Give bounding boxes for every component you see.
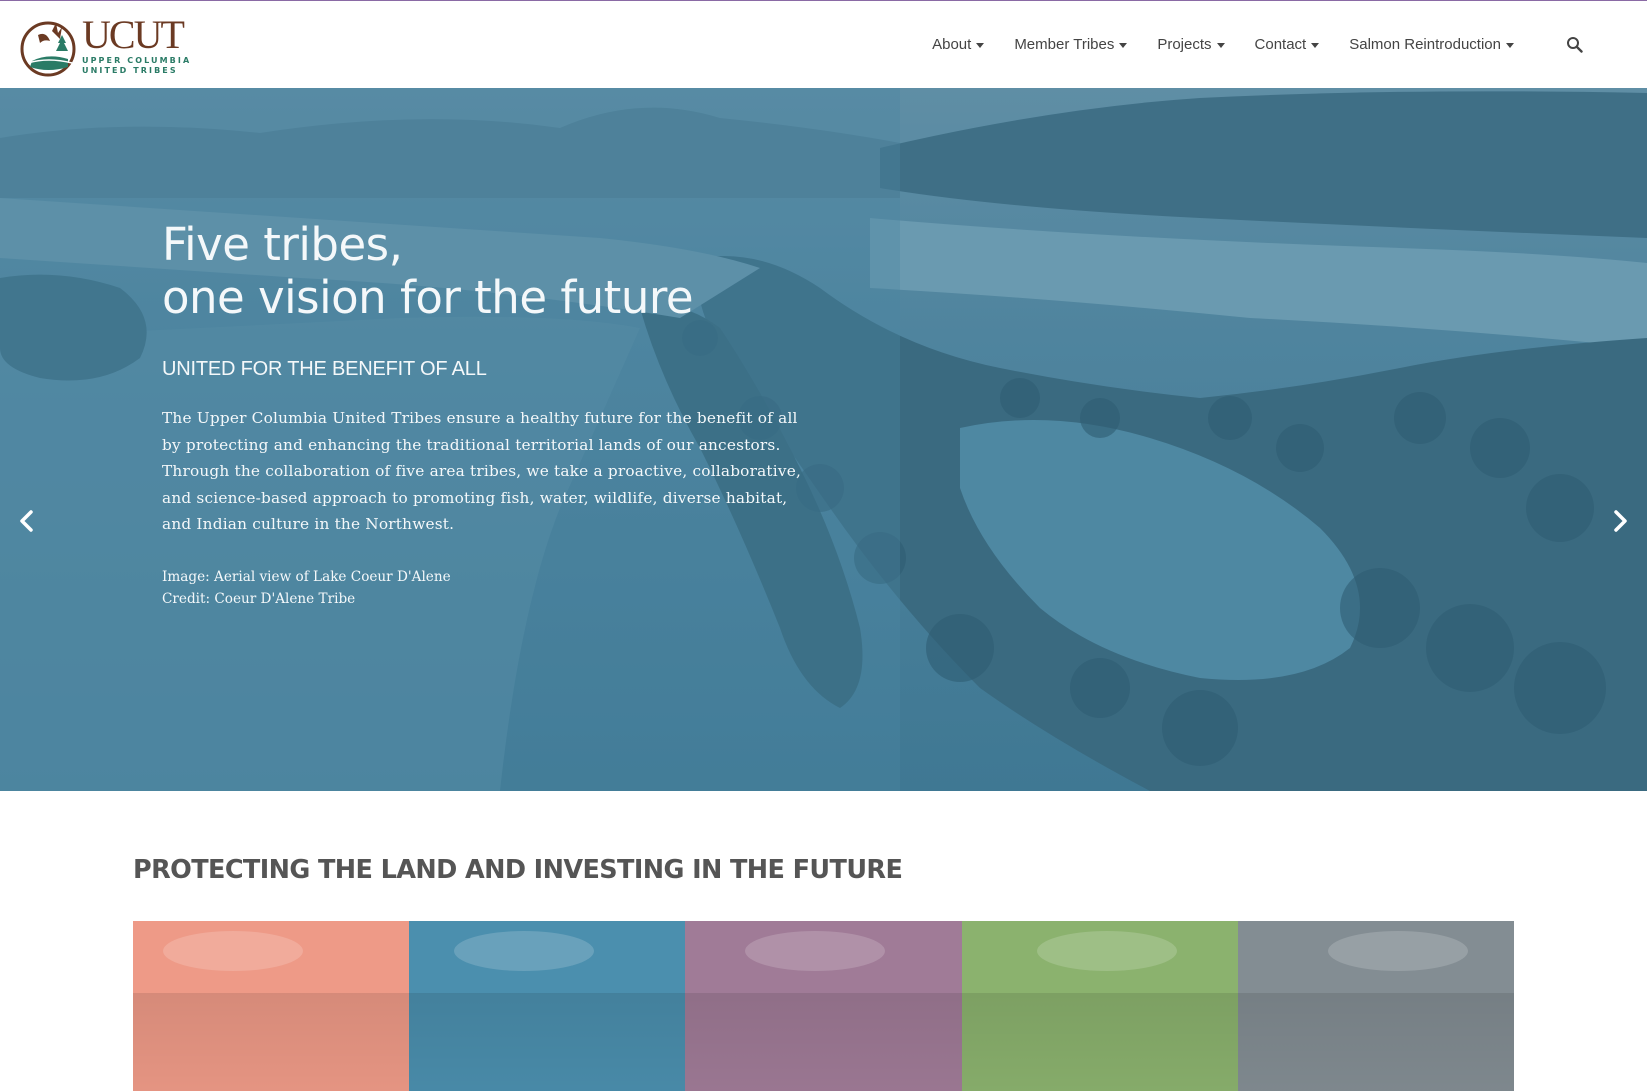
tile-cloud-shape: [1327, 931, 1468, 971]
mission-section: PROTECTING THE LAND AND INVESTING IN THE…: [0, 791, 1647, 1091]
section-title: PROTECTING THE LAND AND INVESTING IN THE…: [133, 855, 903, 885]
nav-about-label: About: [932, 36, 972, 53]
site-header: UCUT UPPER COLUMBIA UNITED TRIBES About …: [0, 1, 1647, 88]
caret-down-icon: [1311, 43, 1320, 48]
logo-subtitle-line2: UNITED TRIBES: [82, 65, 178, 75]
ucut-logo[interactable]: UCUT UPPER COLUMBIA UNITED TRIBES: [18, 13, 191, 77]
chevron-right-icon[interactable]: [1605, 506, 1635, 536]
caret-down-icon: [1506, 43, 1514, 48]
feature-tile-5[interactable]: [1237, 921, 1515, 1091]
caret-down-icon: [976, 43, 985, 48]
hero-title-line1: Five tribes,: [162, 218, 403, 271]
tile-landscape-shade: [961, 993, 1238, 1091]
logo-wordmark: UCUT: [82, 11, 185, 57]
hero-title-line2: one vision for the future: [162, 271, 694, 324]
hero-subtitle: UNITED FOR THE BENEFIT OF ALL: [162, 358, 487, 380]
feature-tile-3[interactable]: [685, 921, 962, 1091]
tile-landscape-shade: [1237, 993, 1515, 1091]
hero-text-block: Five tribes, one vision for the future U…: [162, 218, 802, 610]
hero-carousel: Five tribes, one vision for the future U…: [0, 88, 1647, 791]
tile-cloud-shape: [1036, 931, 1177, 971]
nav-member-tribes-label: Member Tribes: [1014, 36, 1115, 53]
search-icon[interactable]: [1566, 36, 1583, 53]
nav-contact-label: Contact: [1254, 36, 1307, 53]
nav-about[interactable]: About: [932, 36, 985, 53]
image-caption: Image: Aerial view of Lake Coeur D'Alene: [162, 568, 451, 585]
hero-image-credit: Image: Aerial view of Lake Coeur D'Alene…: [162, 566, 802, 610]
feature-tile-2[interactable]: [409, 921, 686, 1091]
caret-down-icon: [1119, 43, 1128, 48]
caret-down-icon: [1216, 43, 1225, 48]
tile-landscape-shade: [685, 993, 962, 1091]
tile-landscape-shade: [133, 993, 410, 1091]
nav-salmon-reintroduction-label: Salmon Reintroduction: [1349, 36, 1501, 53]
tile-cloud-shape: [745, 931, 886, 971]
nav-salmon-reintroduction[interactable]: Salmon Reintroduction: [1349, 36, 1514, 53]
ucut-emblem-icon: [20, 21, 76, 76]
tile-cloud-shape: [454, 931, 595, 971]
hero-title: Five tribes, one vision for the future: [162, 218, 802, 324]
hero-body-text: The Upper Columbia United Tribes ensure …: [162, 409, 802, 533]
image-credit: Credit: Coeur D'Alene Tribe: [162, 590, 356, 607]
feature-tile-4[interactable]: [961, 921, 1238, 1091]
tile-landscape-shade: [409, 993, 686, 1091]
logo-subtitle-line1: UPPER COLUMBIA: [82, 55, 192, 65]
feature-tiles: [133, 921, 1515, 1091]
chevron-left-icon[interactable]: [12, 506, 42, 536]
nav-projects[interactable]: Projects: [1157, 36, 1225, 53]
nav-contact[interactable]: Contact: [1255, 36, 1320, 53]
tile-cloud-shape: [163, 931, 303, 971]
main-nav: About Member Tribes Projects Contact Sal…: [932, 36, 1583, 53]
nav-projects-label: Projects: [1157, 36, 1212, 53]
nav-member-tribes[interactable]: Member Tribes: [1014, 36, 1128, 53]
feature-tile-1[interactable]: [133, 921, 410, 1091]
